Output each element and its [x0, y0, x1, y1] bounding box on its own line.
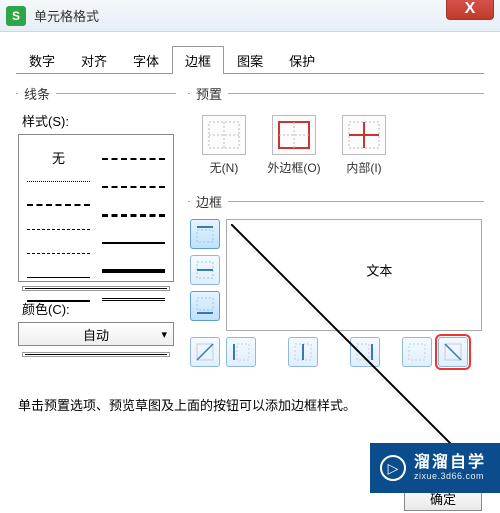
tab-strip: 数字 对齐 字体 边框 图案 保护 [16, 46, 484, 74]
line-double[interactable] [102, 293, 165, 305]
border-hmid-button[interactable] [190, 255, 220, 285]
line-dashdot[interactable] [27, 223, 90, 235]
tab-align[interactable]: 对齐 [68, 46, 120, 74]
preview-diagonal-icon [231, 224, 477, 470]
preset-inside-label: 内部(I) [336, 159, 392, 176]
line-heavy[interactable] [102, 265, 165, 277]
preset-outline-icon [272, 115, 316, 155]
border-top-button[interactable] [190, 219, 220, 249]
border-preview[interactable]: 文本 [226, 219, 482, 331]
tab-pattern[interactable]: 图案 [224, 46, 276, 74]
tab-protect[interactable]: 保护 [276, 46, 328, 74]
line-group-label: 线条 [18, 84, 56, 103]
line-mdash[interactable] [102, 153, 165, 165]
line-thin[interactable] [27, 271, 90, 283]
play-icon: ▷ [380, 455, 406, 481]
titlebar: S 单元格格式 X [0, 0, 500, 32]
border-diag-up-button[interactable] [190, 337, 220, 367]
app-icon: S [6, 6, 26, 26]
preview-text: 文本 [366, 260, 392, 279]
line-mddd[interactable] [102, 209, 165, 221]
watermark-sub: zixue.3d66.com [414, 472, 486, 482]
left-column: 线条 样式(S): 无 [16, 84, 176, 381]
color-preview [22, 352, 170, 357]
line-thick[interactable] [102, 237, 165, 249]
watermark: ▷ 溜溜自学 zixue.3d66.com [370, 443, 500, 493]
line-dash[interactable] [27, 247, 90, 259]
line-dash3[interactable] [27, 199, 90, 211]
close-button[interactable]: X [446, 0, 494, 20]
presets-group: 预置 无(N) 外边框(O) [188, 84, 484, 182]
preset-inside[interactable]: 内部(I) [336, 115, 392, 176]
watermark-main: 溜溜自学 [414, 454, 486, 472]
window-title: 单元格格式 [34, 6, 99, 25]
tab-font[interactable]: 字体 [120, 46, 172, 74]
preset-outline-label: 外边框(O) [266, 159, 322, 176]
line-dot[interactable] [27, 175, 90, 187]
preset-none-icon [202, 115, 246, 155]
border-group-label: 边框 [190, 192, 228, 211]
line-style-list[interactable]: 无 [18, 134, 174, 282]
preset-none[interactable]: 无(N) [196, 115, 252, 176]
main-area: 线条 样式(S): 无 [16, 84, 484, 381]
tab-border[interactable]: 边框 [172, 46, 224, 74]
color-value: 自动 [83, 325, 109, 344]
style-label: 样式(S): [22, 111, 174, 130]
preset-none-label: 无(N) [196, 159, 252, 176]
tab-number[interactable]: 数字 [16, 46, 68, 74]
color-select[interactable]: 自动 [18, 322, 174, 346]
line-group: 线条 样式(S): 无 [16, 84, 176, 361]
border-bottom-button[interactable] [190, 291, 220, 321]
line-none[interactable]: 无 [27, 151, 90, 163]
preset-inside-icon [342, 115, 386, 155]
presets-group-label: 预置 [190, 84, 228, 103]
border-side-buttons [190, 219, 220, 331]
dialog-body: 数字 对齐 字体 边框 图案 保护 线条 样式(S): 无 [0, 32, 500, 414]
line-mdd[interactable] [102, 181, 165, 193]
border-group: 边框 文本 [188, 192, 484, 371]
right-column: 预置 无(N) 外边框(O) [188, 84, 484, 381]
preset-outline[interactable]: 外边框(O) [266, 115, 322, 176]
close-icon: X [465, 0, 476, 18]
